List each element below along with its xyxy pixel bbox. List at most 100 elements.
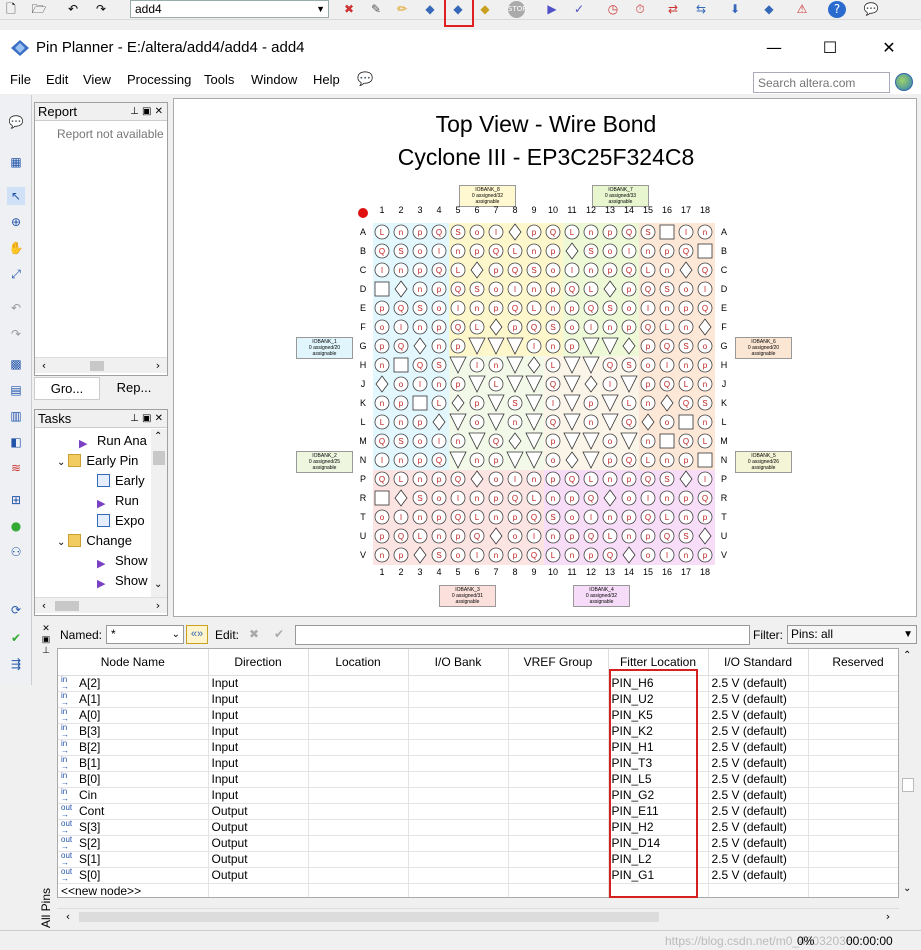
cancel-edit-icon[interactable]: ✖ xyxy=(244,625,264,644)
vref-group-cell[interactable] xyxy=(508,739,609,756)
clock-icon[interactable]: ⏱ xyxy=(631,1,649,18)
hand-icon[interactable]: ✋ xyxy=(7,239,25,257)
io-standard-cell[interactable]: 2.5 V (default) xyxy=(708,755,809,772)
pin-list-icon[interactable]: ▦ xyxy=(7,153,25,171)
table-row[interactable]: out → S[1] Output PIN_L2 2.5 V (default) xyxy=(58,851,898,868)
location-cell[interactable] xyxy=(308,819,409,836)
table-row[interactable]: in → B[1] Input PIN_T3 2.5 V (default) xyxy=(58,755,898,772)
node-name-cell[interactable]: in → A[0] xyxy=(58,707,209,724)
col-vref-group[interactable]: VREF Group xyxy=(508,649,609,676)
chat-icon[interactable]: 💬 xyxy=(862,1,880,18)
named-combo[interactable]: * ⌄ xyxy=(106,625,184,644)
chat-icon[interactable]: 💬 xyxy=(7,113,25,131)
menu-window[interactable]: Window xyxy=(251,72,297,87)
node-name-cell[interactable]: out → S[3] xyxy=(58,819,209,836)
col-io-standard[interactable]: I/O Standard xyxy=(708,649,809,676)
tab-groups[interactable]: Gro... xyxy=(34,377,100,400)
vref-group-cell[interactable] xyxy=(508,835,609,852)
reserved-cell[interactable] xyxy=(808,691,898,708)
device-icon[interactable]: ◆ xyxy=(760,1,778,18)
task-run[interactable]: ▶ Run xyxy=(97,492,139,510)
io-standard-cell[interactable]: 2.5 V (default) xyxy=(708,707,809,724)
reserved-cell[interactable] xyxy=(808,771,898,788)
undo-icon[interactable]: ↶ xyxy=(7,299,25,317)
io-bank-cell[interactable] xyxy=(408,755,509,772)
chevron-down-icon[interactable]: ⌄ xyxy=(154,579,162,590)
direction-cell[interactable]: Input xyxy=(208,771,309,788)
table-hscroll[interactable]: ‹ › xyxy=(57,908,899,926)
table-row[interactable]: in → B[0] Input PIN_L5 2.5 V (default) xyxy=(58,771,898,788)
node-table[interactable]: Node Name Direction Location I/O Bank VR… xyxy=(57,648,899,898)
table-row[interactable]: in → B[2] Input PIN_H1 2.5 V (default) xyxy=(58,739,898,756)
reserved-cell[interactable] xyxy=(808,707,898,724)
clock-pin[interactable] xyxy=(374,490,390,506)
accept-edit-icon[interactable]: ✔ xyxy=(269,625,289,644)
menu-help[interactable]: Help xyxy=(313,72,340,87)
location-cell[interactable] xyxy=(308,787,409,804)
stop-icon[interactable]: STOP xyxy=(508,1,526,18)
vref-group-cell[interactable] xyxy=(508,675,609,692)
clock-pin[interactable] xyxy=(659,433,675,449)
reserved-cell[interactable] xyxy=(808,755,898,772)
package-view[interactable]: Top View - Wire Bond Cyclone III - EP3C2… xyxy=(173,98,917,617)
task-early[interactable]: Early xyxy=(97,472,145,490)
node-name-cell[interactable]: in → B[3] xyxy=(58,723,209,740)
tasks-vscroll[interactable]: ⌃ ⌄ xyxy=(151,429,167,597)
timing-icon[interactable]: ◷ xyxy=(604,1,622,18)
legend-icon[interactable]: ● xyxy=(7,517,25,535)
location-cell[interactable] xyxy=(308,691,409,708)
redo-icon[interactable]: ↷ xyxy=(7,325,25,343)
direction-cell[interactable]: Output xyxy=(208,819,309,836)
vref-group-cell[interactable] xyxy=(508,803,609,820)
io-bank-cell[interactable] xyxy=(408,675,509,692)
chevron-down-icon[interactable]: ⌄ xyxy=(903,883,911,894)
node-name-cell[interactable]: in → B[1] xyxy=(58,755,209,772)
globe-icon[interactable] xyxy=(895,73,913,91)
pointer-icon[interactable]: ↖ xyxy=(7,187,25,205)
clock-pin[interactable] xyxy=(374,281,390,297)
reserved-cell[interactable] xyxy=(808,723,898,740)
netlist-icon[interactable]: ⇆ xyxy=(692,1,710,18)
io-standard-cell[interactable]: 2.5 V (default) xyxy=(708,803,809,820)
apply-filter-button[interactable]: «» xyxy=(186,625,208,644)
io-standard-cell[interactable]: 2.5 V (default) xyxy=(708,835,809,852)
node-name-cell[interactable]: out → S[2] xyxy=(58,835,209,852)
panel-controls-icon[interactable]: ⊥ ▣ ✕ xyxy=(130,410,163,428)
chip-planner-icon[interactable]: ◆ xyxy=(476,1,494,18)
table-row[interactable]: out → S[0] Output PIN_G1 2.5 V (default) xyxy=(58,867,898,884)
chip-icon[interactable]: ◆ xyxy=(421,1,439,18)
new-node-row[interactable]: <<new node>> xyxy=(58,883,898,897)
clock-pin[interactable] xyxy=(697,243,713,259)
location-cell[interactable] xyxy=(308,867,409,884)
node-name-cell[interactable]: out → Cont xyxy=(58,803,209,820)
location-cell[interactable] xyxy=(308,707,409,724)
location-cell[interactable] xyxy=(308,723,409,740)
location-cell[interactable] xyxy=(308,755,409,772)
io-bank-cell[interactable] xyxy=(408,739,509,756)
assignment-editor-icon[interactable]: ✖ xyxy=(340,1,358,18)
chevron-up-icon[interactable]: ⌃ xyxy=(154,431,162,442)
direction-cell[interactable]: Output xyxy=(208,851,309,868)
node-name-cell[interactable]: in → B[2] xyxy=(58,739,209,756)
vref-group-cell[interactable] xyxy=(508,867,609,884)
vref-group-cell[interactable] xyxy=(508,851,609,868)
vref-group-cell[interactable] xyxy=(508,691,609,708)
io-bank-cell[interactable] xyxy=(408,691,509,708)
io-bank-cell[interactable] xyxy=(408,787,509,804)
new-icon[interactable]: 🗋 xyxy=(2,1,20,18)
table-row[interactable]: in → A[1] Input PIN_U2 2.5 V (default) xyxy=(58,691,898,708)
scroll-thumb[interactable] xyxy=(90,361,104,371)
vref-group-cell[interactable] xyxy=(508,771,609,788)
minimize-button[interactable]: — xyxy=(745,30,803,66)
table-row[interactable]: out → S[3] Output PIN_H2 2.5 V (default) xyxy=(58,819,898,836)
reserved-cell[interactable] xyxy=(808,739,898,756)
table-vscroll[interactable]: ⌃ ⌄ xyxy=(899,648,917,898)
table-row[interactable]: out → Cont Output PIN_E11 2.5 V (default) xyxy=(58,803,898,820)
direction-cell[interactable]: Input xyxy=(208,787,309,804)
col-direction[interactable]: Direction xyxy=(208,649,309,676)
col-location[interactable]: Location xyxy=(308,649,409,676)
reserved-cell[interactable] xyxy=(808,851,898,868)
io-standard-cell[interactable]: 2.5 V (default) xyxy=(708,851,809,868)
chevron-right-icon[interactable]: › xyxy=(881,909,895,924)
new-node-cell[interactable]: <<new node>> xyxy=(58,883,209,897)
